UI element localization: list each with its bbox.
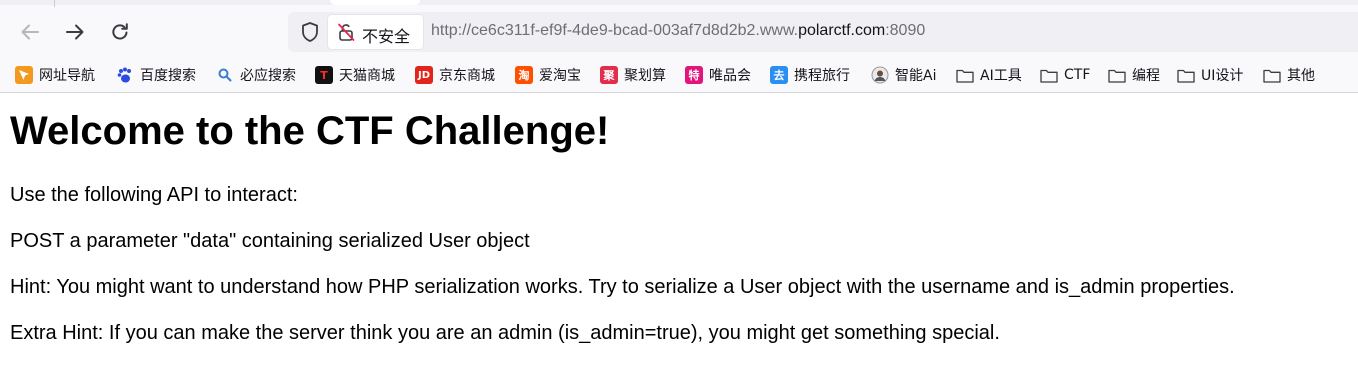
url-text[interactable]: http://ce6c311f-ef9f-4de9-bcad-003af7d8d…: [431, 22, 925, 40]
bookmark-ctrip[interactable]: 去 携程旅行: [770, 65, 850, 85]
bookmarks-bar: 网址导航 百度搜索 必应搜索 T 天猫商城 JD 京东商城 淘 爱淘宝 聚 聚划…: [0, 56, 1358, 93]
url-port: :8090: [885, 22, 926, 39]
bookmark-label: 编程: [1132, 68, 1160, 84]
folder-icon: [1040, 69, 1058, 83]
folder-icon: [1108, 69, 1126, 83]
folder-icon: [1263, 69, 1281, 83]
tmall-icon: T: [315, 66, 333, 84]
reload-button[interactable]: [107, 19, 133, 45]
hint-text: Hint: You might want to understand how P…: [10, 276, 1235, 298]
bookmark-label: 聚划算: [624, 68, 666, 84]
browser-toolbar: 不安全 http://ce6c311f-ef9f-4de9-bcad-003af…: [0, 0, 1358, 56]
taobao-icon: 淘: [515, 66, 533, 84]
bookmark-label: 天猫商城: [339, 68, 395, 84]
bookmark-tmall[interactable]: T 天猫商城: [315, 65, 395, 85]
bookmark-folder-other[interactable]: 其他: [1263, 65, 1315, 85]
bookmark-folder-programming[interactable]: 编程: [1108, 65, 1160, 85]
address-bar[interactable]: 不安全 http://ce6c311f-ef9f-4de9-bcad-003af…: [288, 12, 1358, 52]
arrow-nav-icon: [15, 66, 33, 84]
baidu-paw-icon: [116, 66, 134, 84]
bookmark-label: CTF: [1064, 67, 1091, 83]
tab-separator: [54, 0, 55, 7]
bookmark-label: 网址导航: [39, 68, 95, 84]
insecure-lock-icon: [338, 23, 355, 41]
vip-icon: 特: [685, 66, 703, 84]
security-label: 不安全: [362, 27, 411, 46]
api-intro-text: Use the following API to interact:: [10, 184, 298, 206]
forward-button[interactable]: [62, 19, 88, 45]
bookmark-label: 智能Ai: [895, 68, 937, 84]
bookmark-jd[interactable]: JD 京东商城: [415, 65, 495, 85]
folder-icon: [956, 69, 974, 83]
bookmark-wangzhi-daohang[interactable]: 网址导航: [15, 65, 95, 85]
bookmark-label: 爱淘宝: [539, 68, 581, 84]
url-host: polarctf.com: [798, 22, 886, 39]
bookmark-label: 必应搜索: [240, 68, 296, 84]
bookmark-label: 京东商城: [439, 68, 495, 84]
url-prefix: http://ce6c311f-ef9f-4de9-bcad-003af7d8d…: [431, 22, 799, 39]
bookmark-label: AI工具: [980, 68, 1022, 84]
bookmark-label: 百度搜索: [140, 68, 196, 84]
bookmark-vip[interactable]: 特 唯品会: [685, 65, 751, 85]
jd-icon: JD: [415, 66, 433, 84]
bookmark-zhineng-ai[interactable]: 智能Ai: [871, 65, 936, 85]
post-instruction-text: POST a parameter "data" containing seria…: [10, 230, 530, 252]
page-title: Welcome to the CTF Challenge!: [10, 109, 610, 153]
bookmark-label: 唯品会: [709, 68, 751, 84]
back-button[interactable]: [17, 19, 43, 45]
tab-strip-edge: [0, 0, 1358, 5]
bookmark-juhuasuan[interactable]: 聚 聚划算: [600, 65, 666, 85]
folder-icon: [1177, 69, 1195, 83]
bookmark-ai-taobao[interactable]: 淘 爱淘宝: [515, 65, 581, 85]
ctrip-icon: 去: [770, 66, 788, 84]
bookmark-folder-ai-tools[interactable]: AI工具: [956, 65, 1022, 85]
search-icon: [216, 66, 234, 84]
shield-icon: [302, 22, 318, 42]
bookmark-baidu[interactable]: 百度搜索: [116, 65, 196, 85]
bookmark-label: 携程旅行: [794, 68, 850, 84]
bookmark-label: UI设计: [1201, 68, 1244, 84]
site-security-button[interactable]: 不安全: [328, 15, 423, 49]
juhuasuan-icon: 聚: [600, 66, 618, 84]
bookmark-label: 其他: [1287, 68, 1315, 84]
tracking-protection-button[interactable]: [298, 20, 322, 44]
active-tab-edge: [330, 0, 420, 5]
avatar-icon: [871, 66, 889, 84]
bookmark-folder-ctf[interactable]: CTF: [1040, 65, 1090, 85]
bookmark-bing[interactable]: 必应搜索: [216, 65, 296, 85]
bookmark-folder-ui-design[interactable]: UI设计: [1177, 65, 1243, 85]
reload-icon: [112, 23, 128, 40]
back-arrow-icon: [21, 24, 39, 40]
extra-hint-text: Extra Hint: If you can make the server t…: [10, 322, 1000, 344]
forward-arrow-icon: [66, 24, 84, 40]
